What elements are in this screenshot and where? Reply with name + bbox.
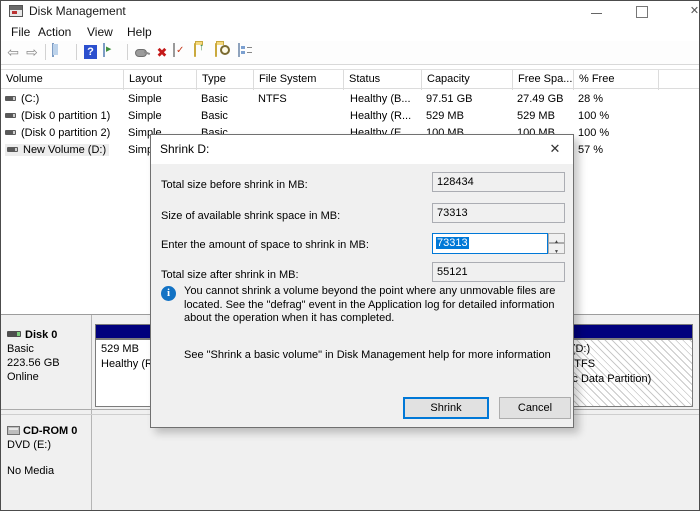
show-console-tree-icon[interactable] [52, 44, 70, 61]
cell-capacity: 529 MB [426, 108, 464, 125]
menu-view[interactable]: View [83, 24, 117, 40]
panel-divider [91, 315, 92, 511]
cell-pct: 100 % [578, 108, 609, 125]
window-title: Disk Management [29, 4, 126, 18]
shrink-amount-input[interactable]: 73313 [432, 233, 548, 254]
col-freespace[interactable]: Free Spa... [513, 70, 574, 90]
shrink-button[interactable]: Shrink [403, 397, 489, 419]
menu-file[interactable]: File [7, 24, 34, 40]
disk-management-window: Disk Management File Action View Help Vo… [0, 0, 700, 511]
cell-status: Healthy (R... [350, 108, 411, 125]
dialog-title-bar: Shrink D: [151, 135, 573, 164]
disk0-kind: Basic [7, 343, 87, 355]
volume-icon [5, 130, 16, 135]
disk0-info-cell[interactable]: Disk 0 Basic 223.56 GB Online [1, 323, 91, 383]
field-label: Total size after shrink in MB: [161, 269, 299, 281]
cdrom-status: No Media [7, 465, 87, 477]
disk-icon [7, 331, 21, 337]
help-text: See "Shrink a basic volume" in Disk Mana… [184, 349, 576, 361]
cdrom-drive: DVD (E:) [7, 439, 87, 451]
col-filesystem[interactable]: File System [254, 70, 344, 90]
field-label: Total size before shrink in MB: [161, 179, 308, 191]
available-space-field: 73313 [432, 203, 565, 223]
spinner-down-icon[interactable] [548, 243, 565, 254]
cell-volume: (C:) [21, 93, 39, 105]
menu-help[interactable]: Help [123, 24, 156, 40]
col-type[interactable]: Type [197, 70, 254, 90]
cdrom-icon [7, 426, 20, 435]
volume-list-header: Volume Layout Type File System Status Ca… [1, 69, 699, 89]
disk0-size: 223.56 GB [7, 357, 87, 369]
minimize-icon[interactable] [574, 1, 619, 22]
field-label: Enter the amount of space to shrink in M… [161, 239, 369, 251]
volume-icon [5, 113, 16, 118]
forward-icon[interactable] [23, 44, 41, 61]
cdrom-info-cell[interactable]: CD-ROM 0 DVD (E:) No Media [1, 419, 91, 477]
disk0-status: Online [7, 371, 87, 383]
cell-type: Basic [201, 108, 228, 125]
volume-icon [7, 147, 18, 152]
cancel-button[interactable]: Cancel [499, 397, 571, 419]
spinner [548, 233, 565, 254]
field-label: Size of available shrink space in MB: [161, 210, 340, 222]
help-icon[interactable] [84, 45, 97, 59]
cell-capacity: 97.51 GB [426, 91, 472, 108]
cell-pct: 100 % [578, 125, 609, 142]
cell-free: 529 MB [517, 108, 555, 125]
cell-volume: (Disk 0 partition 2) [21, 127, 110, 139]
volume-icon [5, 96, 16, 101]
spinner-up-icon[interactable] [548, 233, 565, 243]
dialog-title: Shrink D: [160, 142, 209, 156]
cdrom-name: CD-ROM 0 [23, 425, 77, 437]
show-action-pane-icon[interactable] [103, 44, 121, 61]
toolbar-separator [45, 44, 46, 60]
col-volume[interactable]: Volume [1, 70, 124, 90]
folder-up-icon[interactable] [194, 44, 212, 61]
total-after-field: 55121 [432, 262, 565, 282]
cell-volume: (Disk 0 partition 1) [21, 110, 110, 122]
shrink-dialog: Shrink D: Total size before shrink in MB… [150, 134, 574, 428]
cell-type: Basic [201, 91, 228, 108]
app-icon [9, 5, 23, 17]
cell-status: Healthy (B... [350, 91, 411, 108]
toolbar-separator [76, 44, 77, 60]
total-before-field: 128434 [432, 172, 565, 192]
table-row[interactable]: (C:) Simple Basic NTFS Healthy (B... 97.… [1, 91, 699, 108]
cell-layout: Simple [128, 91, 162, 108]
info-icon [161, 286, 176, 301]
table-row[interactable]: (Disk 0 partition 1) Simple Basic Health… [1, 108, 699, 125]
properties-icon[interactable] [238, 44, 256, 61]
toolbar-separator [127, 44, 128, 60]
menu-bar: File Action View Help [1, 22, 699, 41]
col-layout[interactable]: Layout [124, 70, 197, 90]
title-bar: Disk Management [1, 1, 699, 22]
maximize-icon[interactable] [619, 1, 664, 22]
delete-volume-icon[interactable] [153, 44, 171, 61]
info-text: You cannot shrink a volume beyond the po… [184, 285, 576, 326]
back-icon[interactable] [4, 44, 22, 61]
folder-search-icon[interactable] [215, 44, 233, 61]
cell-layout: Simple [128, 108, 162, 125]
close-icon[interactable] [672, 1, 700, 22]
toolbar [1, 41, 699, 65]
cell-pct: 57 % [578, 142, 603, 159]
cell-fs: NTFS [258, 91, 287, 108]
dialog-close-icon[interactable] [541, 137, 569, 161]
col-pctfree[interactable]: % Free [574, 70, 659, 90]
cell-volume: New Volume (D:) [23, 144, 106, 156]
col-capacity[interactable]: Capacity [422, 70, 513, 90]
cell-free: 27.49 GB [517, 91, 563, 108]
cell-pct: 28 % [578, 91, 603, 108]
menu-action[interactable]: Action [34, 24, 75, 40]
mark-partition-active-icon[interactable] [173, 44, 191, 61]
disk0-name: Disk 0 [25, 329, 57, 341]
col-status[interactable]: Status [344, 70, 422, 90]
